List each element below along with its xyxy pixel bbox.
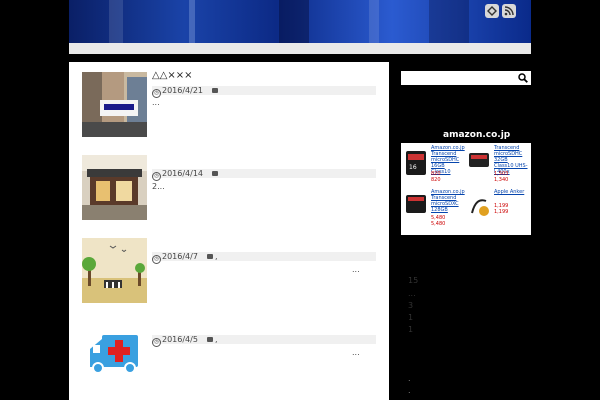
sidebar-bullet: . bbox=[408, 374, 411, 383]
sidebar-link[interactable]: 1 bbox=[408, 313, 413, 322]
amazon-logo[interactable]: amazon.co.jp bbox=[443, 130, 510, 140]
nav-bar[interactable] bbox=[69, 43, 531, 54]
amazon-widget: amazon.co.jp 16 Amazon.co.jp Transcend m… bbox=[401, 125, 531, 237]
sidebar-link[interactable]: 15 bbox=[408, 276, 418, 285]
post-excerpt: 2... bbox=[152, 182, 165, 191]
post-excerpt: ... bbox=[152, 98, 160, 107]
banner-decoration bbox=[369, 0, 379, 43]
amazon-product[interactable]: 16 Amazon.co.jp Transcend microSDHC 16GB… bbox=[403, 145, 465, 189]
post-thumbnail[interactable] bbox=[82, 321, 147, 386]
site-header-banner[interactable] bbox=[69, 0, 531, 43]
post-date: 2016/4/7 bbox=[162, 252, 198, 261]
post-excerpt: ... bbox=[352, 265, 360, 274]
search-icon[interactable] bbox=[518, 73, 528, 83]
post-thumbnail[interactable] bbox=[82, 155, 147, 220]
post-category[interactable]: , bbox=[215, 335, 218, 344]
post-excerpt: ... bbox=[352, 348, 360, 357]
post-meta: ◷ 2016/4/21 bbox=[152, 86, 376, 98]
post-date: 2016/4/14 bbox=[162, 169, 204, 178]
product-price: 5,480 bbox=[431, 221, 446, 227]
post-meta: ◷ 2016/4/14 bbox=[152, 169, 376, 181]
post-title[interactable]: △△××× bbox=[152, 70, 193, 81]
clock-icon: ◷ bbox=[152, 255, 161, 264]
post-meta: ◷ 2016/4/7, bbox=[152, 252, 376, 264]
clock-icon: ◷ bbox=[152, 172, 161, 181]
svg-text:16: 16 bbox=[409, 164, 417, 171]
cable-image bbox=[471, 199, 489, 216]
folder-icon bbox=[206, 254, 213, 259]
post-thumbnail[interactable] bbox=[82, 72, 147, 137]
rss-icon[interactable] bbox=[502, 4, 516, 18]
feedly-icon[interactable] bbox=[485, 4, 499, 18]
product-name[interactable]: Amazon.co.jp Transcend microSDXC 128GB bbox=[431, 189, 465, 213]
folder-icon bbox=[212, 88, 219, 93]
product-price: 1,199 bbox=[494, 209, 509, 215]
banner-decoration bbox=[109, 0, 123, 43]
folder-icon bbox=[206, 337, 213, 342]
sidebar-bullet: . bbox=[408, 386, 411, 395]
sd-card-image bbox=[469, 153, 489, 167]
post-category[interactable]: , bbox=[215, 252, 218, 261]
folder-icon bbox=[212, 171, 219, 176]
banner-decoration bbox=[279, 0, 309, 43]
post-meta: ◷ 2016/4/5, bbox=[152, 335, 376, 347]
post-date: 2016/4/21 bbox=[162, 86, 204, 95]
banner-decoration bbox=[429, 0, 469, 43]
product-price: 820 bbox=[431, 177, 441, 183]
sd-card-image bbox=[406, 195, 426, 213]
amazon-product[interactable]: Transcend microSDHC 32GB Class10 UHS-I 4… bbox=[466, 145, 528, 189]
banner-decoration bbox=[189, 0, 195, 43]
clock-icon: ◷ bbox=[152, 338, 161, 347]
sidebar-link[interactable]: ... bbox=[408, 289, 416, 298]
post-thumbnail[interactable] bbox=[82, 238, 147, 303]
clock-icon: ◷ bbox=[152, 89, 161, 98]
sidebar-link[interactable]: 1 bbox=[408, 325, 413, 334]
product-price: 1,340 bbox=[494, 177, 509, 183]
product-name[interactable]: Apple Anker bbox=[494, 189, 528, 195]
amazon-product[interactable]: Apple Anker 1,199 1,199 bbox=[466, 189, 528, 233]
main-content: △△××× ◷ 2016/4/21 ... ◷ 2016/4/14 2... ◷… bbox=[69, 62, 389, 400]
search-input[interactable] bbox=[401, 71, 531, 85]
amazon-product[interactable]: Amazon.co.jp Transcend microSDXC 128GB 5… bbox=[403, 189, 465, 233]
sidebar-link[interactable]: 3 bbox=[408, 301, 413, 310]
sd-card-image: 16 bbox=[406, 151, 426, 175]
post-date: 2016/4/5 bbox=[162, 335, 198, 344]
amazon-product-grid: 16 Amazon.co.jp Transcend microSDHC 16GB… bbox=[401, 143, 531, 235]
